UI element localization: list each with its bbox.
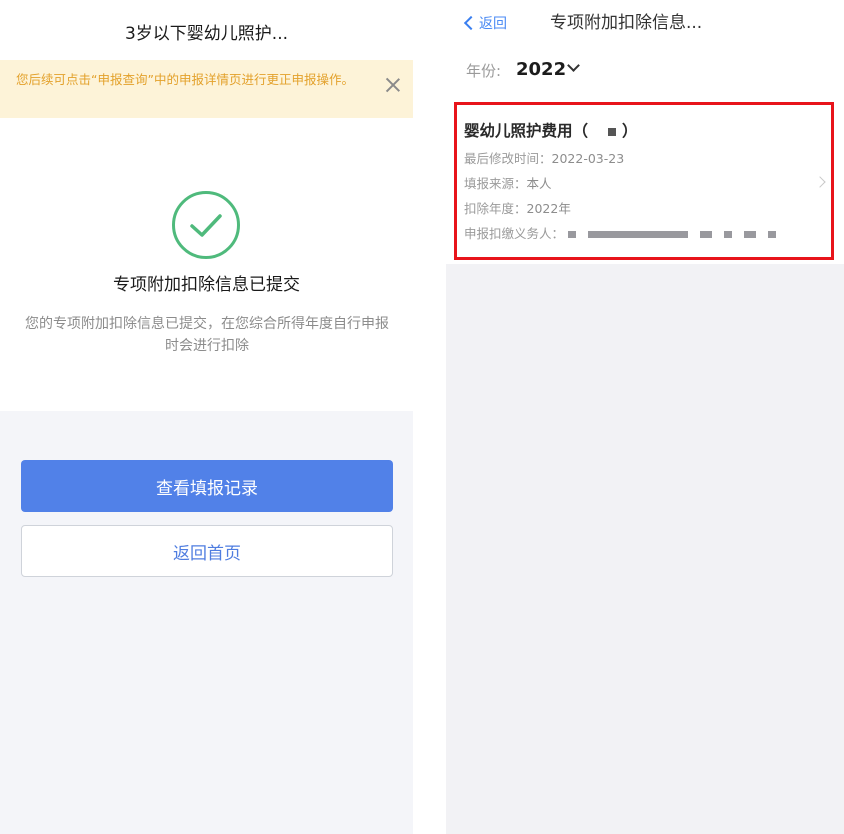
year-select[interactable]: 2022 bbox=[516, 58, 566, 82]
modified-time-row: 最后修改时间：2022-03-23 bbox=[464, 150, 624, 168]
view-records-button[interactable]: 查看填报记录 bbox=[21, 460, 393, 512]
redacted-block bbox=[723, 231, 732, 238]
left-screen: 3岁以下婴幼儿照护... 您后续可点击“申报查询”中的申报详情页进行更正申报操作… bbox=[0, 0, 413, 834]
redacted-block bbox=[767, 231, 776, 238]
right-screen: 返回 专项附加扣除信息... 年份: 2022 婴幼儿照护费用（ ） 最后修改时间… bbox=[446, 0, 844, 834]
modified-label: 最后修改时间： bbox=[464, 151, 552, 166]
deduction-year-row: 扣除年度：2022年 bbox=[464, 200, 571, 218]
redacted-block bbox=[568, 231, 576, 238]
source-row: 填报来源：本人 bbox=[464, 175, 552, 193]
source-value: 本人 bbox=[526, 176, 552, 191]
back-button[interactable]: 返回 bbox=[462, 11, 507, 35]
redacted-block bbox=[699, 231, 712, 238]
redacted-block bbox=[743, 231, 756, 238]
card-title-close: ） bbox=[622, 122, 638, 140]
back-home-button[interactable]: 返回首页 bbox=[21, 525, 393, 577]
success-description: 您的专项附加扣除信息已提交，在您综合所得年度自行申报时会进行扣除 bbox=[25, 316, 389, 354]
deduction-record-card[interactable]: 婴幼儿照护费用（ ） 最后修改时间：2022-03-23 填报来源：本人 扣除年度… bbox=[446, 96, 844, 264]
redacted-mark bbox=[608, 127, 617, 136]
year-label: 年份: bbox=[466, 62, 502, 80]
chevron-left-icon bbox=[463, 15, 479, 31]
success-title: 专项附加扣除信息已提交 bbox=[113, 275, 300, 295]
page-title: 3岁以下婴幼儿照护... bbox=[124, 24, 289, 44]
check-circle-icon bbox=[172, 191, 240, 259]
deduction-year-value: 2022年 bbox=[526, 201, 571, 216]
notice-text: 您后续可点击“申报查询”中的申报详情页进行更正申报操作。 bbox=[16, 72, 354, 87]
modified-value: 2022-03-23 bbox=[551, 151, 625, 166]
notice-banner: 您后续可点击“申报查询”中的申报详情页进行更正申报操作。 bbox=[0, 60, 413, 118]
back-label: 返回 bbox=[479, 16, 507, 32]
card-title: 婴幼儿照护费用（ ） bbox=[464, 119, 638, 143]
deduction-year-label: 扣除年度： bbox=[464, 201, 527, 216]
close-icon[interactable] bbox=[382, 74, 404, 96]
nav-bar: 返回 专项附加扣除信息... bbox=[446, 0, 844, 46]
withholding-agent-label: 申报扣缴义务人： bbox=[464, 226, 565, 241]
chevron-down-icon[interactable] bbox=[567, 59, 580, 72]
year-filter: 年份: 2022 bbox=[446, 46, 844, 96]
nav-title: 专项附加扣除信息... bbox=[550, 13, 703, 33]
source-label: 填报来源： bbox=[464, 176, 527, 191]
withholding-agent-row: 申报扣缴义务人： bbox=[464, 225, 784, 243]
redacted-block bbox=[587, 231, 688, 238]
card-title-text: 婴幼儿照护费用（ bbox=[464, 122, 589, 140]
chevron-right-icon bbox=[814, 176, 826, 188]
